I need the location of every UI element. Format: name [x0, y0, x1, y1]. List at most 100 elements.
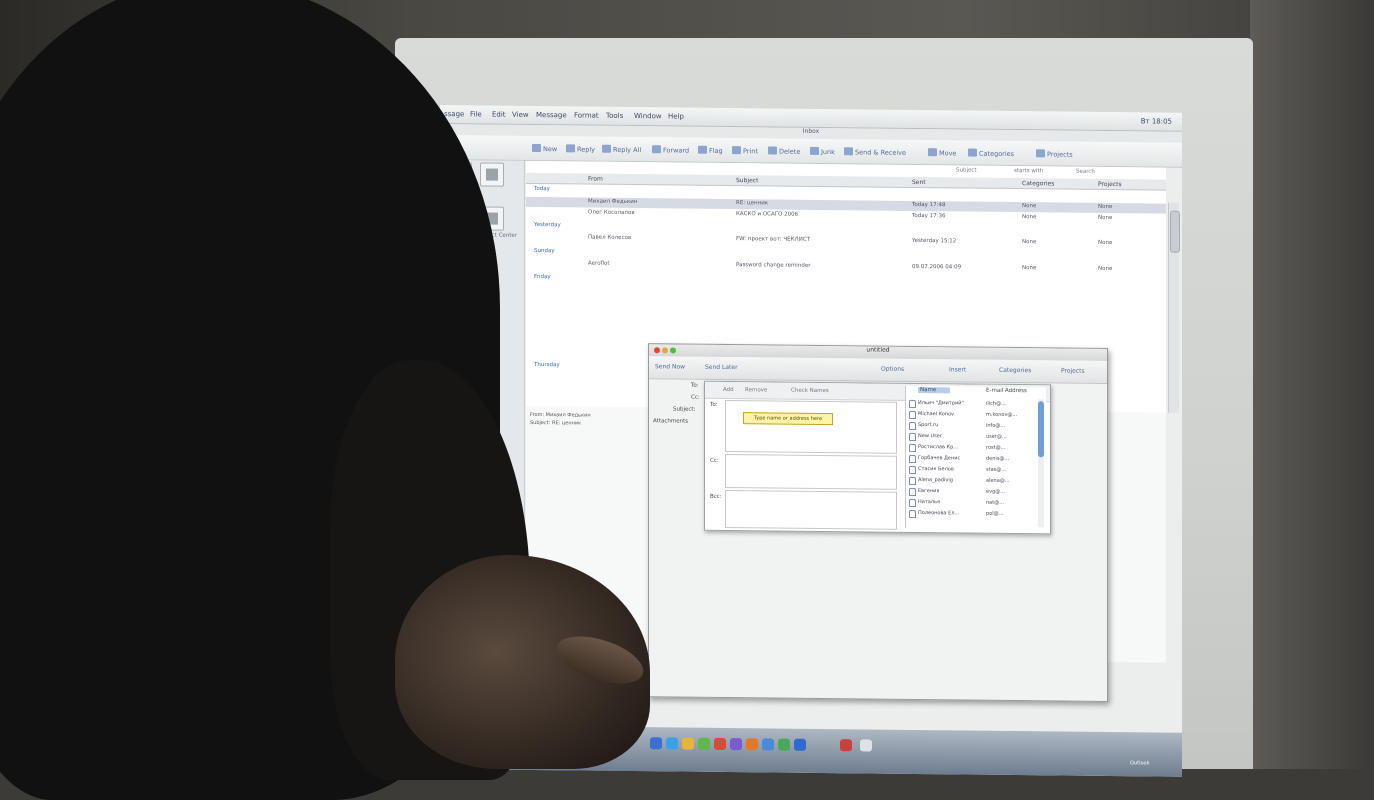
contacts-list: Name E-mail Address Ильич "Дмитрий" ilich… — [905, 385, 1046, 530]
menu-message[interactable]: Message — [536, 111, 567, 119]
menu-window[interactable]: Window — [634, 112, 662, 120]
room-right-wall — [1250, 0, 1374, 769]
menu-tools[interactable]: Tools — [606, 112, 623, 120]
toolbar-categories-button[interactable]: Categories — [968, 148, 1014, 158]
list-item[interactable]: Наталья nat@... — [906, 497, 1036, 508]
toolbar-projects-button[interactable]: Projects — [1036, 149, 1073, 159]
list-item[interactable]: Стасик Белов stas@... — [906, 464, 1036, 475]
compose-attachments-label[interactable]: Attachments — [653, 418, 688, 424]
itunes-icon[interactable] — [714, 737, 726, 750]
toolbar-print-button[interactable]: Print — [732, 146, 758, 155]
contacts-scrollbar[interactable] — [1038, 399, 1044, 528]
trash-icon[interactable] — [860, 739, 872, 752]
picker-bcc-field[interactable] — [725, 489, 897, 530]
contact-icon — [909, 443, 916, 452]
contacts-scrollbar-thumb[interactable] — [1038, 401, 1044, 458]
compose-cc-label: Cc: — [691, 394, 700, 401]
options-button[interactable]: Options — [881, 366, 904, 373]
finder-icon[interactable] — [650, 737, 662, 750]
column-sent[interactable]: Sent — [912, 179, 926, 186]
picker-cc-label: Cc: — [710, 457, 719, 464]
preview-subject: Subject: RE: ценник — [530, 419, 582, 427]
contact-icon — [909, 399, 916, 408]
send-now-button[interactable]: Send Now — [655, 363, 685, 370]
toolbar-flag-button[interactable]: Flag — [698, 145, 723, 155]
app-icon[interactable] — [840, 739, 852, 752]
list-item[interactable]: Полеонова Ел... pol@... — [906, 508, 1036, 519]
projects-button[interactable]: Projects — [1061, 368, 1085, 375]
preview-icon[interactable] — [746, 738, 758, 751]
filter-operator[interactable]: starts with — [1014, 168, 1043, 174]
address-tooltip: Type name or address here — [743, 412, 833, 426]
menu-format[interactable]: Format — [574, 111, 599, 119]
menu-edit[interactable]: Edit — [492, 111, 506, 119]
picker-cc-field[interactable] — [725, 453, 897, 490]
column-subject[interactable]: Subject — [736, 177, 758, 184]
toolbar-delete-button[interactable]: Delete — [768, 146, 800, 156]
menu-help[interactable]: Help — [668, 112, 684, 120]
taskbar-status: Outlook — [1130, 760, 1150, 767]
list-item[interactable]: Ростислав Кр... rost@... — [906, 442, 1036, 453]
address-picker: Add Remove Check Names To: Type name or … — [704, 380, 1051, 535]
filter-field[interactable]: Subject — [956, 167, 977, 173]
picker-to-field[interactable] — [725, 399, 897, 454]
check-names-button[interactable]: Check Names — [791, 388, 829, 394]
toolbar-move-button[interactable]: Move — [928, 148, 956, 157]
contact-icon — [909, 432, 916, 441]
group-friday[interactable]: Friday — [526, 273, 1166, 290]
menu-view[interactable]: View — [512, 111, 529, 119]
list-scrollbar[interactable] — [1168, 202, 1180, 413]
toolbar-new-button[interactable]: New — [532, 143, 557, 153]
close-icon[interactable] — [654, 347, 660, 354]
list-item[interactable]: Alena_padivig alena@... — [906, 475, 1036, 486]
scrollbar-thumb[interactable] — [1170, 210, 1180, 253]
compose-title: untitled — [866, 346, 890, 354]
toolbar-send-receive-button[interactable]: Send & Receive — [844, 147, 906, 157]
toolbar-junk-button[interactable]: Junk — [810, 146, 835, 156]
menu-clock: Вт 18:05 — [1140, 117, 1172, 126]
list-item[interactable]: Sport.ru info@... — [906, 420, 1036, 431]
toolbar-forward-button[interactable]: Forward — [652, 145, 689, 155]
contact-icon — [909, 509, 916, 518]
sidebar-address-book-button[interactable] — [480, 162, 504, 187]
ical-icon[interactable] — [730, 738, 742, 751]
list-item[interactable]: New User user@... — [906, 431, 1036, 442]
add-button[interactable]: Add — [723, 387, 734, 393]
send-receive-icon — [844, 147, 853, 156]
list-item[interactable]: Ильич "Дмитрий" ilich@... — [906, 398, 1036, 409]
search-input[interactable]: Search — [1076, 169, 1095, 175]
outlook-icon[interactable] — [794, 738, 806, 751]
minimize-icon[interactable] — [662, 347, 668, 354]
send-later-button[interactable]: Send Later — [705, 364, 738, 371]
list-item[interactable]: Горбачев Денис denis@... — [906, 453, 1036, 464]
ichat-icon[interactable] — [698, 737, 710, 750]
mail-icon[interactable] — [682, 737, 694, 750]
column-from[interactable]: From — [588, 176, 603, 183]
delete-icon — [768, 146, 777, 155]
excel-icon[interactable] — [778, 738, 790, 751]
picker-bcc-label: Bcc: — [710, 493, 722, 500]
contact-icon — [909, 476, 916, 485]
contacts-column-name[interactable]: Name — [918, 387, 951, 394]
word-icon[interactable] — [762, 738, 774, 751]
reply-icon — [566, 144, 575, 153]
move-icon — [928, 148, 937, 157]
menu-app[interactable]: ssage — [444, 110, 464, 118]
contacts-column-email[interactable]: E-mail Address — [986, 388, 1027, 394]
menu-file[interactable]: File — [470, 110, 482, 118]
window-controls — [654, 347, 678, 355]
column-projects[interactable]: Projects — [1098, 181, 1122, 188]
compose-toolbar: Send Now Send Later Options Insert Categ… — [649, 356, 1107, 384]
column-categories[interactable]: Categories — [1022, 180, 1054, 187]
list-item[interactable]: Michael Konov m.konov@... — [906, 409, 1036, 420]
zoom-icon[interactable] — [670, 347, 676, 354]
remove-button[interactable]: Remove — [745, 387, 767, 393]
toolbar-reply-button[interactable]: Reply — [566, 144, 595, 154]
toolbar-reply-all-button[interactable]: Reply All — [602, 144, 641, 154]
categories-button[interactable]: Categories — [999, 367, 1031, 374]
safari-icon[interactable] — [666, 737, 678, 750]
new-icon — [532, 143, 541, 153]
insert-button[interactable]: Insert — [949, 366, 966, 373]
categories-icon — [968, 148, 977, 157]
list-item[interactable]: Евгения evg@... — [906, 486, 1036, 497]
